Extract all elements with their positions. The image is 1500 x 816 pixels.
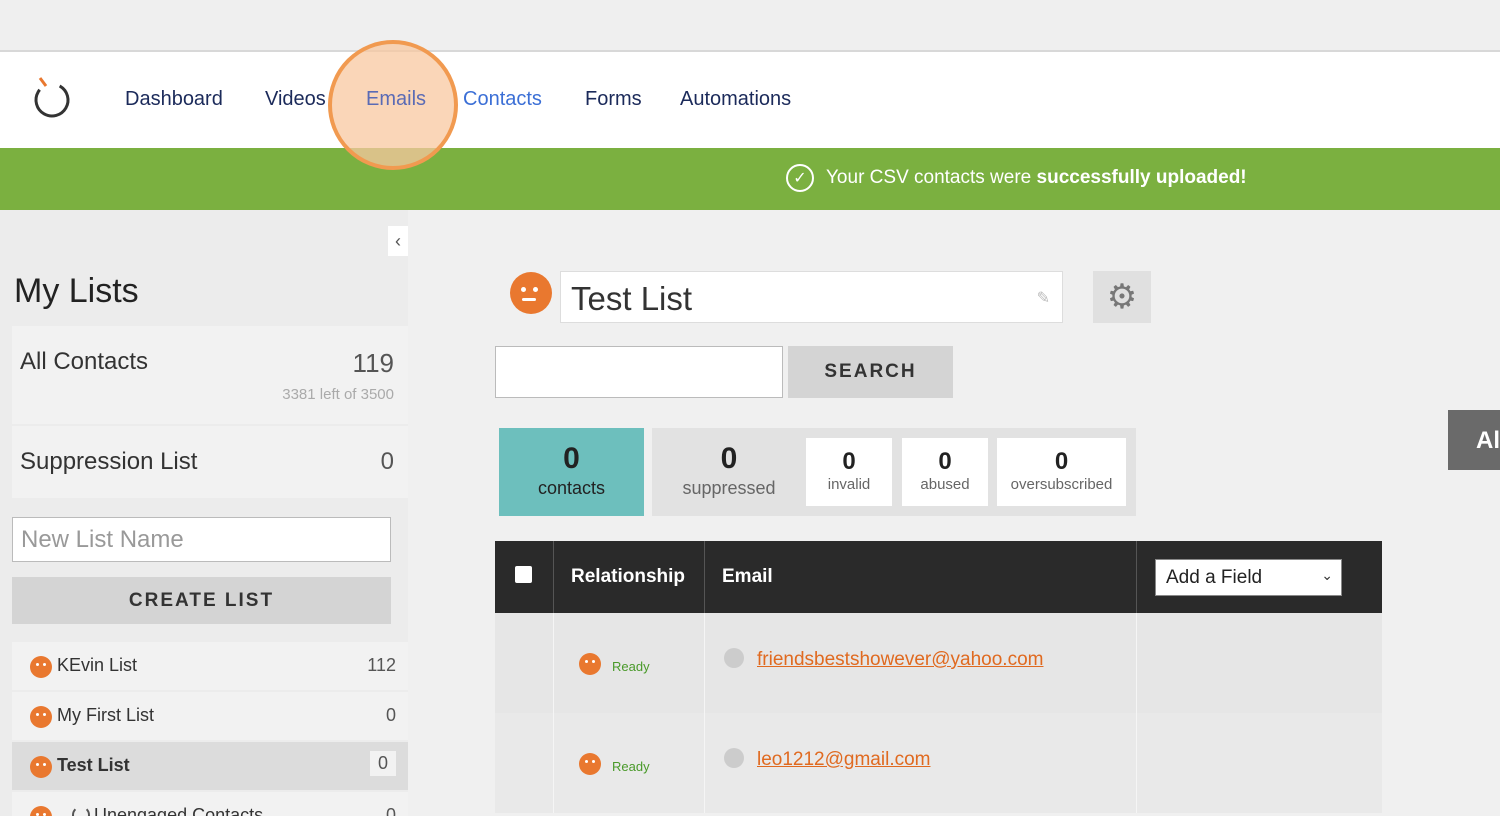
top-navigation: Dashboard Videos Contacts Forms Automati… bbox=[0, 52, 1500, 148]
all-contacts-item[interactable]: All Contacts 119 3381 left of 3500 bbox=[12, 326, 408, 424]
nav-automations[interactable]: Automations bbox=[680, 88, 791, 111]
list-face-icon bbox=[30, 806, 52, 816]
list-item-count: 112 bbox=[367, 655, 396, 675]
stat-label: suppressed bbox=[682, 478, 776, 498]
header-email[interactable]: Email bbox=[722, 566, 773, 588]
table-row[interactable]: Ready friendsbestshowever@yahoo.com bbox=[495, 613, 1382, 713]
chevron-down-icon: ⌄ bbox=[1321, 567, 1333, 583]
stat-invalid[interactable]: 0 invalid bbox=[806, 438, 892, 506]
column-divider bbox=[553, 613, 554, 713]
stat-label: oversubscribed bbox=[1010, 476, 1113, 493]
column-divider bbox=[1136, 713, 1137, 813]
avatar-icon bbox=[724, 748, 744, 768]
all-contacts-label: All Contacts bbox=[20, 348, 149, 375]
stat-label: abused bbox=[920, 476, 970, 493]
list-item-name: KEvin List bbox=[57, 655, 138, 675]
stat-value: 0 bbox=[720, 442, 738, 475]
stat-group: 0 suppressed 0 invalid 0 abused 0 oversu… bbox=[652, 428, 1136, 516]
success-banner: ✓ Your CSV contacts were successfully up… bbox=[0, 148, 1500, 210]
suppression-list-item[interactable]: Suppression List 0 bbox=[12, 426, 408, 498]
list-face-icon bbox=[30, 756, 52, 778]
column-divider bbox=[1136, 541, 1137, 613]
list-face-icon bbox=[30, 706, 52, 728]
nav-contacts[interactable]: Contacts bbox=[463, 88, 542, 111]
list-item-name: Unengaged Contacts bbox=[94, 805, 264, 816]
list-face-icon bbox=[510, 272, 552, 314]
all-contacts-remaining: 3381 left of 3500 bbox=[282, 386, 394, 403]
all-contacts-count: 119 bbox=[352, 348, 394, 378]
sidebar-title: My Lists bbox=[14, 272, 139, 310]
list-item-name: Test List bbox=[57, 755, 130, 775]
stat-value: 0 bbox=[938, 448, 952, 475]
refresh-icon bbox=[72, 806, 90, 816]
list-item-test[interactable]: Test List 0 bbox=[12, 742, 408, 790]
list-item-my-first[interactable]: My First List 0 bbox=[12, 692, 408, 740]
header-relationship[interactable]: Relationship bbox=[571, 566, 685, 588]
email-link[interactable]: leo1212@gmail.com bbox=[757, 749, 931, 771]
list-face-icon bbox=[30, 656, 52, 678]
stat-value: 0 bbox=[1054, 448, 1069, 475]
banner-bold-text: successfully uploaded! bbox=[1036, 167, 1247, 188]
stat-suppressed[interactable]: 0 suppressed bbox=[652, 428, 806, 516]
stat-oversubscribed[interactable]: 0 oversubscribed bbox=[997, 438, 1126, 506]
avatar-icon bbox=[724, 648, 744, 668]
column-divider bbox=[704, 713, 705, 813]
nav-dashboard[interactable]: Dashboard bbox=[125, 88, 223, 111]
edge-action-tab[interactable]: Al bbox=[1448, 410, 1500, 470]
list-title-field[interactable]: Test List ✎ bbox=[560, 271, 1063, 323]
stat-value: 0 bbox=[842, 448, 856, 475]
app-logo[interactable] bbox=[30, 74, 74, 120]
sidebar: ‹ My Lists All Contacts 119 3381 left of… bbox=[0, 210, 408, 816]
relationship-status: Ready bbox=[612, 659, 650, 674]
collapse-chevron-icon[interactable]: ‹ bbox=[388, 226, 408, 256]
relationship-status: Ready bbox=[612, 759, 650, 774]
list-item-kevin[interactable]: KEvin List 112 bbox=[12, 642, 408, 690]
search-button[interactable]: SEARCH bbox=[788, 346, 953, 398]
suppression-label: Suppression List bbox=[20, 448, 198, 475]
column-divider bbox=[704, 613, 705, 713]
stat-value: 0 bbox=[563, 442, 580, 475]
stat-abused[interactable]: 0 abused bbox=[902, 438, 988, 506]
add-field-label: Add a Field bbox=[1166, 567, 1263, 588]
create-list-button[interactable]: CREATE LIST bbox=[12, 577, 391, 624]
search-input[interactable] bbox=[495, 346, 783, 398]
column-divider bbox=[553, 713, 554, 813]
list-title: Test List bbox=[571, 280, 693, 317]
nav-emails[interactable]: Emails bbox=[366, 88, 426, 111]
relationship-face-icon bbox=[579, 753, 601, 775]
new-list-name-input[interactable] bbox=[12, 517, 391, 562]
banner-text: Your CSV contacts were bbox=[826, 167, 1032, 188]
table-row[interactable]: Ready leo1212@gmail.com bbox=[495, 713, 1382, 813]
list-item-count: 0 bbox=[385, 805, 396, 816]
pencil-icon[interactable]: ✎ bbox=[1037, 288, 1050, 308]
add-field-select[interactable]: Add a Field ⌄ bbox=[1155, 559, 1342, 596]
main-content: Test List ✎ ⚙ SEARCH 0 contacts 0 suppre… bbox=[408, 210, 1500, 816]
suppression-count: 0 bbox=[380, 448, 394, 475]
gear-icon[interactable]: ⚙ bbox=[1093, 271, 1151, 323]
stat-label: contacts bbox=[537, 478, 606, 498]
column-divider bbox=[704, 541, 705, 613]
stat-label: invalid bbox=[827, 476, 871, 493]
column-divider bbox=[553, 541, 554, 613]
select-all-checkbox[interactable] bbox=[515, 566, 532, 583]
list-item-count: 0 bbox=[385, 705, 396, 725]
list-item-unengaged[interactable]: Unengaged Contacts 0 bbox=[12, 792, 408, 816]
checkmark-icon: ✓ bbox=[786, 164, 814, 192]
nav-videos[interactable]: Videos bbox=[265, 88, 326, 111]
relationship-face-icon bbox=[579, 653, 601, 675]
nav-forms[interactable]: Forms bbox=[585, 88, 642, 111]
list-item-count: 0 bbox=[369, 751, 396, 776]
column-divider bbox=[1136, 613, 1137, 713]
list-item-name: My First List bbox=[57, 705, 154, 725]
browser-bar bbox=[0, 0, 1500, 52]
table-header: Relationship Email Add a Field ⌄ bbox=[495, 541, 1382, 613]
email-link[interactable]: friendsbestshowever@yahoo.com bbox=[757, 649, 1043, 671]
stat-contacts[interactable]: 0 contacts bbox=[499, 428, 644, 516]
